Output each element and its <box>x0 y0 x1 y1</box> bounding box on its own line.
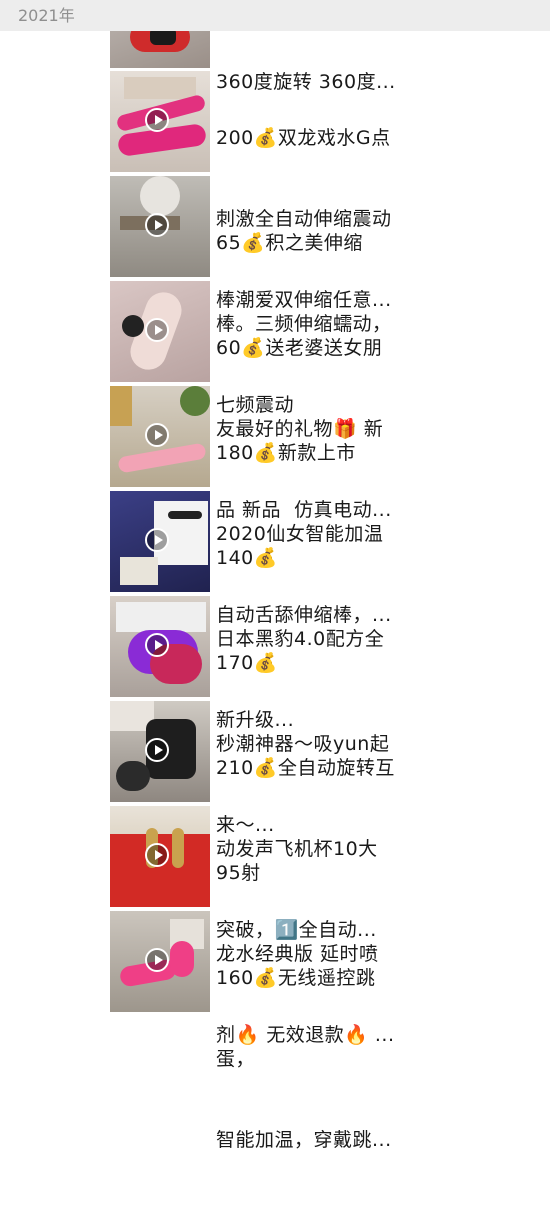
caption-line: 蛋， <box>216 1048 256 1070</box>
post-item[interactable]: 210💰全自动旋转互 动发声飞机杯10大 突破，1️⃣全自动... <box>110 701 540 941</box>
video-thumbnail[interactable] <box>110 806 210 907</box>
caption-line: 60💰送老婆送女朋 <box>216 337 383 359</box>
caption-line: 智能加温，穿戴跳... <box>216 1129 392 1151</box>
post-caption[interactable]: 160💰无线遥控跳 蛋， 智能加温，穿戴跳... <box>216 911 416 1208</box>
caption-line: 210💰全自动旋转互 <box>216 757 395 779</box>
post-item[interactable]: 180💰新款上市 2020仙女智能加温 自动舌舔伸缩棒，... <box>110 386 540 626</box>
play-icon[interactable] <box>145 108 169 132</box>
caption-line: 170💰 <box>216 652 278 674</box>
play-icon[interactable] <box>145 318 169 342</box>
post-item[interactable]: 95射 龙水经典版 延时喷 剂🔥 无效退款🔥 ... <box>110 806 540 1046</box>
post-item[interactable]: 140💰 日本黑豹4.0配方全 新升级... <box>110 491 540 731</box>
video-thumbnail[interactable] <box>110 176 210 277</box>
caption-line: 95射 <box>216 862 261 884</box>
post-item[interactable]: 160💰无线遥控跳 蛋， 智能加温，穿戴跳... <box>110 911 540 1151</box>
video-thumbnail[interactable] <box>110 491 210 592</box>
post-item[interactable]: 65💰积之美伸缩 棒。三频伸缩蠕动， 七频震动 <box>110 176 540 416</box>
play-icon[interactable] <box>145 948 169 972</box>
post-item[interactable]: 60💰送老婆送女朋 友最好的礼物🎁 新 品 新品 仿真电动... <box>110 281 540 521</box>
caption-line: 180💰新款上市 <box>216 442 356 464</box>
play-icon[interactable] <box>145 633 169 657</box>
play-icon[interactable] <box>145 213 169 237</box>
video-thumbnail[interactable] <box>110 386 210 487</box>
post-item[interactable]: 200💰双龙戏水G点 刺激全自动伸缩震动 棒潮爱双伸缩任意... <box>110 71 540 311</box>
year-header: 2021年 <box>0 0 550 31</box>
play-icon[interactable] <box>145 423 169 447</box>
video-thumbnail[interactable] <box>110 281 210 382</box>
play-icon[interactable] <box>145 738 169 762</box>
caption-line: 160💰无线遥控跳 <box>216 967 376 989</box>
video-thumbnail[interactable] <box>110 701 210 802</box>
play-icon[interactable] <box>145 843 169 867</box>
caption-line: 140💰 <box>216 547 278 569</box>
year-label: 2021年 <box>18 6 75 25</box>
post-item[interactable]: 170💰 秒潮神器～吸yun起 来～... <box>110 596 540 836</box>
play-icon[interactable] <box>145 528 169 552</box>
video-thumbnail[interactable] <box>110 596 210 697</box>
caption-line: 65💰积之美伸缩 <box>216 232 363 254</box>
video-thumbnail[interactable] <box>110 71 210 172</box>
video-thumbnail[interactable] <box>110 911 210 1012</box>
caption-line: 200💰双龙戏水G点 <box>216 127 391 149</box>
